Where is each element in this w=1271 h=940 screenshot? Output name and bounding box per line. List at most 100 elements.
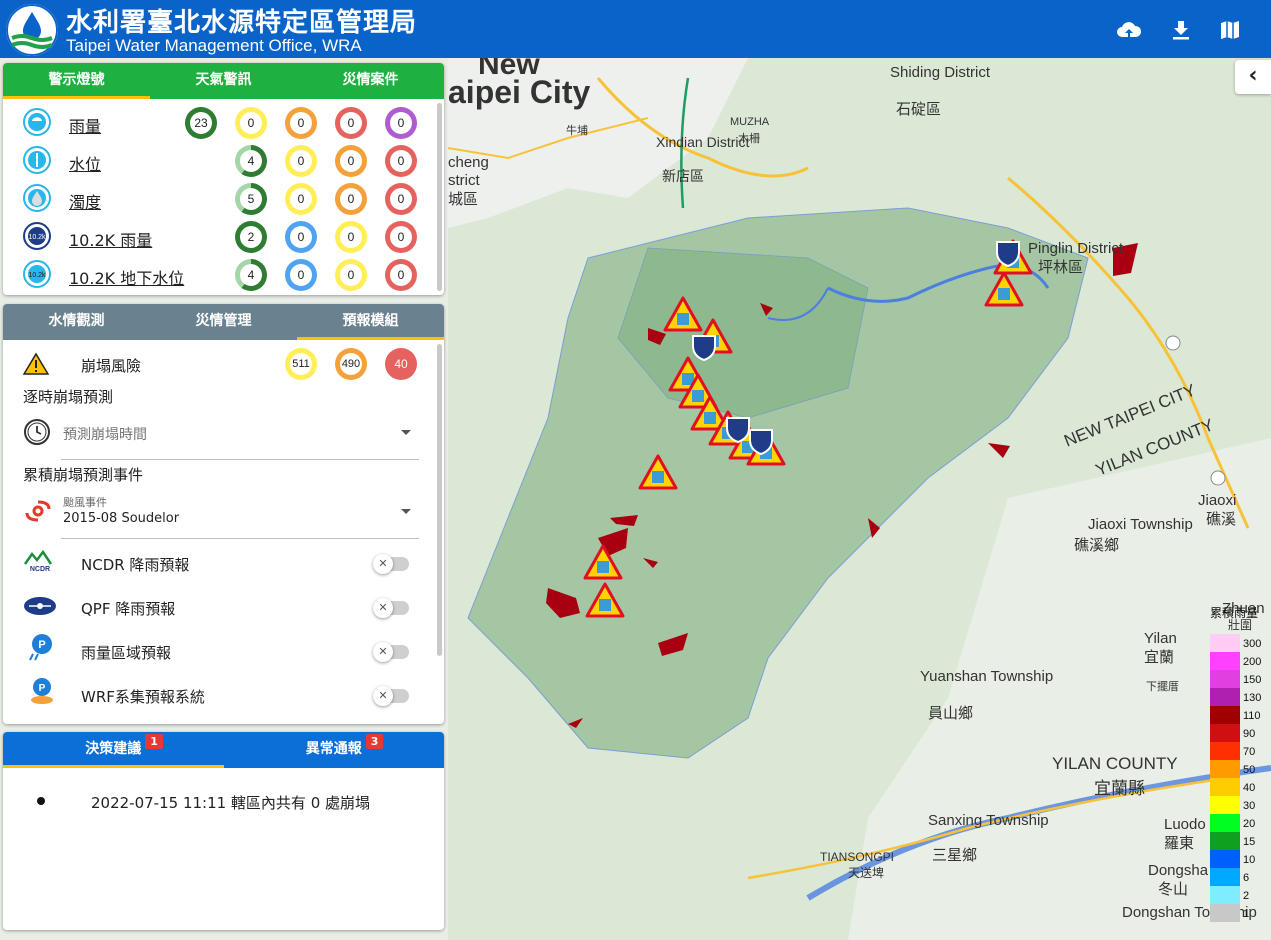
legend-value: 130 <box>1243 692 1262 704</box>
map-view[interactable]: aipei City New Shiding District 石碇區 Xind… <box>448 58 1271 940</box>
event-select[interactable]: 2015-08 Soudelor <box>63 511 179 526</box>
10-2k-groundwater-icon: 10.2k <box>23 260 51 288</box>
legend-value: 20 <box>1243 818 1256 830</box>
collapse-panel-button[interactable]: ‹ <box>1235 60 1271 94</box>
tab-weather-alerts[interactable]: 天氣警訊 <box>150 63 297 99</box>
legend-swatch <box>1210 670 1240 688</box>
toggle-label: NCDR 降雨預報 <box>81 556 190 574</box>
scrollbar[interactable] <box>437 344 442 656</box>
tab-forecast-module[interactable]: 預報模組 <box>297 304 444 340</box>
10-2k-rain-icon: 10.2k <box>23 222 51 250</box>
alert-row-10-2k-groundwater[interactable]: 10.2k 10.2K 地下水位 4 0 0 0 <box>3 255 444 293</box>
count-badge-yellow[interactable]: 0 <box>235 107 267 139</box>
qpf-toggle[interactable]: ✕ <box>373 598 409 618</box>
cloud-upload-icon[interactable] <box>1116 18 1142 42</box>
alert-row-rain[interactable]: 雨量 23 0 0 0 0 <box>3 103 444 141</box>
clock-icon <box>23 418 51 446</box>
scrollbar[interactable] <box>437 103 442 291</box>
count-badge-orange[interactable]: 0 <box>285 107 317 139</box>
count-badge-green[interactable]: 23 <box>185 107 217 139</box>
count-badge-yellow[interactable]: 0 <box>335 221 367 253</box>
legend-value: 90 <box>1243 728 1256 740</box>
turbidity-icon <box>23 184 51 212</box>
count-badge-yellow[interactable]: 0 <box>285 145 317 177</box>
svg-text:NCDR: NCDR <box>30 566 50 572</box>
svg-text:10.2k: 10.2k <box>28 234 46 241</box>
bullet <box>37 797 45 805</box>
count-badge-red[interactable]: 0 <box>335 107 367 139</box>
legend-swatch <box>1210 868 1240 886</box>
collapse-risk-label: 崩塌風險 <box>81 357 142 375</box>
alert-tabs: 警示燈號 天氣警訊 災情案件 <box>3 63 444 99</box>
legend-unit: 累積雨量 <box>1210 606 1259 620</box>
count-badge-orange[interactable]: 490 <box>335 348 367 380</box>
regional-rain-toggle[interactable]: ✕ <box>373 642 409 662</box>
alert-row-water-level[interactable]: 水位 4 0 0 0 <box>3 141 444 179</box>
alert-row-label[interactable]: 濁度 <box>69 189 101 213</box>
count-badge-green[interactable]: 4 <box>235 259 267 291</box>
tab-warning-lights[interactable]: 警示燈號 <box>3 63 150 99</box>
download-icon[interactable] <box>1168 18 1194 42</box>
count-badge-yellow[interactable]: 0 <box>285 183 317 215</box>
count-badge-red[interactable]: 0 <box>385 183 417 215</box>
app-subtitle: Taipei Water Management Office, WRA <box>66 36 362 55</box>
time-select[interactable]: 預測崩塌時間 <box>63 424 147 444</box>
count-badge-blue[interactable]: 0 <box>285 221 317 253</box>
svg-text:10.2k: 10.2k <box>28 272 46 279</box>
count-badge-yellow[interactable]: 0 <box>335 259 367 291</box>
count-badge: 3 <box>365 734 384 749</box>
count-badge-purple[interactable]: 0 <box>385 107 417 139</box>
chevron-down-icon[interactable] <box>401 430 411 435</box>
legend-value: 30 <box>1243 800 1256 812</box>
count-badge-blue[interactable]: 0 <box>285 259 317 291</box>
ncdr-icon: NCDR <box>23 549 57 573</box>
warning-icon <box>22 352 50 376</box>
tab-disaster-management[interactable]: 災情管理 <box>150 304 297 340</box>
count-badge-green[interactable]: 4 <box>235 145 267 177</box>
alert-row-label[interactable]: 10.2K 雨量 <box>69 227 152 251</box>
count-badge-red[interactable]: 40 <box>385 348 417 380</box>
legend-swatch <box>1210 742 1240 760</box>
event-select-caption: 颱風事件 <box>63 496 107 509</box>
svg-text:P: P <box>38 639 45 651</box>
legend-value: 40 <box>1243 782 1256 794</box>
alert-row-label[interactable]: 雨量 <box>69 113 101 137</box>
chevron-down-icon[interactable] <box>401 509 411 514</box>
tab-decision-advice[interactable]: 決策建議 1 <box>3 732 224 768</box>
count-badge-orange[interactable]: 0 <box>335 145 367 177</box>
section-title: 累積崩塌預測事件 <box>23 466 144 484</box>
count-badge-green[interactable]: 2 <box>235 221 267 253</box>
tab-water-observation[interactable]: 水情觀測 <box>3 304 150 340</box>
typhoon-icon <box>23 498 53 524</box>
alert-row-turbidity[interactable]: 濁度 5 0 0 0 <box>3 179 444 217</box>
alert-row-10-2k-rain[interactable]: 10.2k 10.2K 雨量 2 0 0 0 <box>3 217 444 255</box>
wrf-toggle[interactable]: ✕ <box>373 686 409 706</box>
count-badge-green[interactable]: 5 <box>235 183 267 215</box>
forecast-tabs: 水情觀測 災情管理 預報模組 <box>3 304 444 340</box>
alert-row-label[interactable]: 10.2K 地下水位 <box>69 265 184 289</box>
alert-panel: 警示燈號 天氣警訊 災情案件 雨量 23 0 0 0 0 水位 4 0 0 0 … <box>3 63 444 295</box>
tab-abnormal-report[interactable]: 異常通報 3 <box>224 732 445 768</box>
app-title: 水利署臺北水源特定區管理局 <box>66 8 418 38</box>
tab-disaster-cases[interactable]: 災情案件 <box>297 63 444 99</box>
legend-swatch <box>1210 652 1240 670</box>
map-icon[interactable] <box>1217 18 1243 42</box>
warning-markers <box>583 239 1033 618</box>
legend-value: 2 <box>1243 890 1250 902</box>
decision-tabs: 決策建議 1 異常通報 3 <box>3 732 444 768</box>
legend-value: 300 <box>1243 638 1262 650</box>
legend-swatch <box>1210 724 1240 742</box>
alert-row-label[interactable]: 水位 <box>69 151 101 175</box>
legend-swatch <box>1210 832 1240 850</box>
regional-rain-icon: P <box>27 632 57 662</box>
legend-swatch <box>1210 760 1240 778</box>
count-badge-red[interactable]: 0 <box>385 145 417 177</box>
ncdr-toggle[interactable]: ✕ <box>373 554 409 574</box>
count-badge-orange[interactable]: 0 <box>335 183 367 215</box>
wra-logo <box>6 4 58 56</box>
count-badge-red[interactable]: 0 <box>385 259 417 291</box>
toggle-label: 雨量區域預報 <box>81 644 172 662</box>
forecast-panel: 水情觀測 災情管理 預報模組 崩塌風險 511 490 40 逐時崩塌預測 預測… <box>3 304 444 724</box>
count-badge-red[interactable]: 0 <box>385 221 417 253</box>
count-badge-yellow[interactable]: 511 <box>285 348 317 380</box>
